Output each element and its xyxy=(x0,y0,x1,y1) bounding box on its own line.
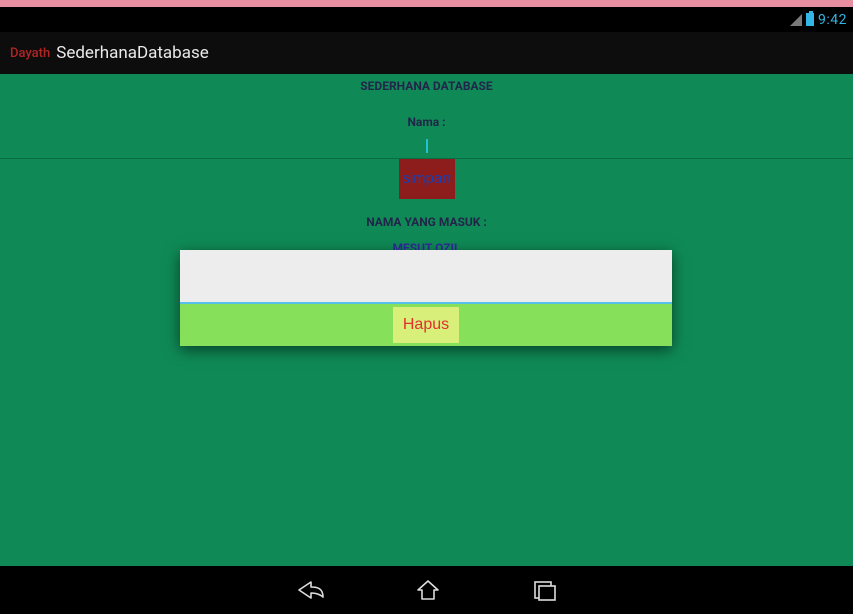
back-button[interactable] xyxy=(297,578,325,602)
status-bar: 9:42 xyxy=(0,7,853,32)
content-area: SEDERHANA DATABASE Nama : simpan NAMA YA… xyxy=(0,74,853,566)
delete-dialog: Hapus xyxy=(180,250,672,346)
save-button[interactable]: simpan xyxy=(399,159,455,199)
delete-button[interactable]: Hapus xyxy=(393,307,459,343)
notification-strip xyxy=(0,0,853,7)
home-button[interactable] xyxy=(415,578,441,602)
dialog-header xyxy=(180,250,672,302)
navigation-bar xyxy=(0,566,853,614)
list-heading: NAMA YANG MASUK : xyxy=(0,215,853,229)
page-heading: SEDERHANA DATABASE xyxy=(0,74,853,93)
signal-icon xyxy=(790,14,802,26)
app-title: SederhanaDatabase xyxy=(56,43,209,63)
status-clock: 9:42 xyxy=(818,12,847,28)
dialog-body: Hapus xyxy=(180,304,672,346)
battery-icon xyxy=(806,13,814,26)
brand-label: Dayath xyxy=(10,46,50,61)
recents-button[interactable] xyxy=(531,578,557,602)
name-label: Nama : xyxy=(0,115,853,129)
action-bar: Dayath SederhanaDatabase xyxy=(0,32,853,74)
name-input[interactable] xyxy=(0,131,853,159)
